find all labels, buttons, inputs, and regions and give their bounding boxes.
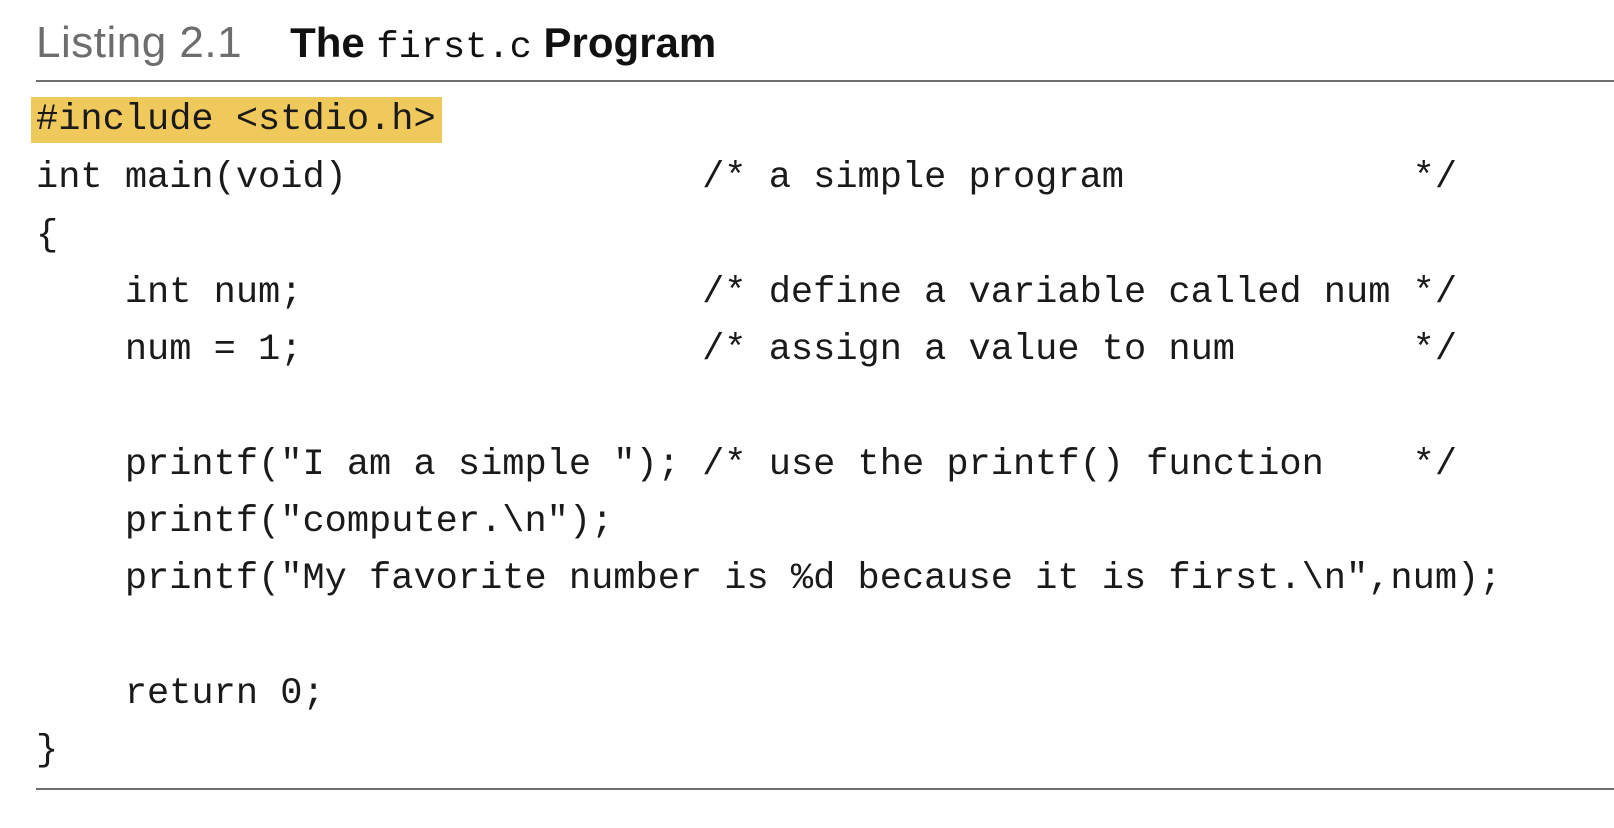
bottom-rule xyxy=(36,788,1614,790)
listing-title: The first.c Program xyxy=(290,19,716,69)
code-line: num = 1; /* assign a value to num */ xyxy=(36,329,1458,372)
code-line: int num; /* define a variable called num… xyxy=(36,271,1458,314)
top-rule xyxy=(36,80,1614,82)
listing-number: Listing 2.1 xyxy=(36,18,243,67)
listing-title-filename: first.c xyxy=(376,27,532,69)
code-block: #include <stdio.h> int main(void) /* a s… xyxy=(31,93,1502,781)
code-line: } xyxy=(36,730,59,773)
listing-title-suffix: Program xyxy=(543,19,717,66)
code-line: printf("computer.\n"); xyxy=(36,501,614,544)
code-line: return 0; xyxy=(36,672,325,715)
code-line: printf("My favorite number is %d because… xyxy=(36,558,1502,601)
listing-title-prefix: The xyxy=(290,19,365,66)
code-line: int main(void) /* a simple program */ xyxy=(36,157,1458,200)
code-listing: Listing 2.1 The first.c Program #include… xyxy=(31,0,1614,828)
highlighted-include: #include <stdio.h> xyxy=(31,97,442,144)
code-line: { xyxy=(36,214,59,257)
code-line: printf("I am a simple "); /* use the pri… xyxy=(36,443,1458,486)
listing-caption: Listing 2.1 The first.c Program xyxy=(36,18,716,74)
code-line: #include <stdio.h> xyxy=(31,93,1501,150)
